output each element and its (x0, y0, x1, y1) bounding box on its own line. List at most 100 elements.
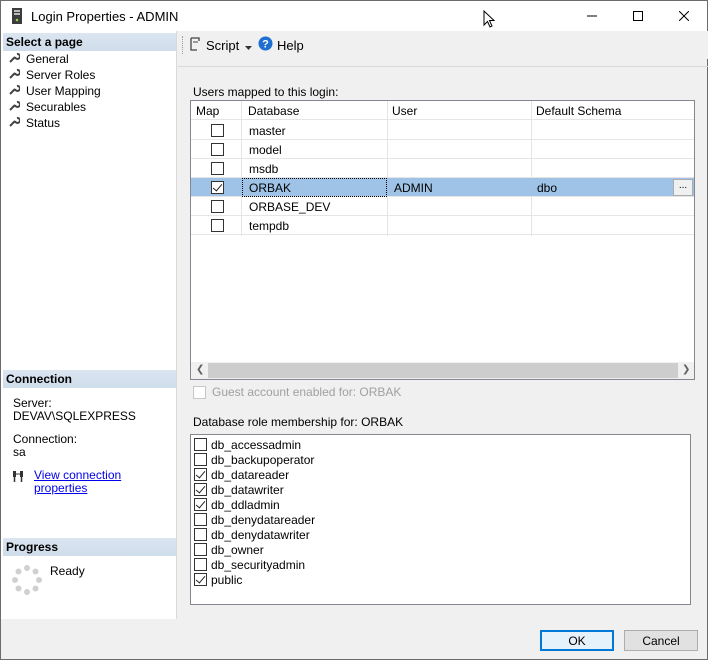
select-page-header: Select a page (3, 33, 176, 51)
role-label: public (211, 572, 243, 587)
role-checkbox[interactable] (194, 498, 207, 511)
page-status[interactable]: Status (8, 115, 60, 131)
left-pane: Select a page General Server Roles User … (1, 31, 177, 619)
list-item[interactable]: db_datawriter (194, 482, 284, 497)
role-label: db_datareader (211, 467, 290, 482)
help-icon: ? (258, 36, 273, 54)
script-dropdown-button[interactable] (245, 36, 252, 54)
role-label: db_backupoperator (211, 452, 315, 467)
user-cell[interactable]: ADMIN (394, 181, 433, 195)
user-mapping-grid[interactable]: Map Database User Default Schema master … (190, 100, 695, 380)
list-item[interactable]: public (194, 572, 242, 587)
database-cell: master (249, 124, 286, 138)
scroll-thumb[interactable] (208, 363, 678, 378)
close-button[interactable] (661, 1, 707, 31)
toolbar: Script ? Help (178, 31, 708, 59)
list-item[interactable]: db_denydatareader (194, 512, 315, 527)
page-user-mapping[interactable]: User Mapping (8, 83, 101, 99)
wrench-icon (8, 84, 21, 99)
role-checkbox[interactable] (194, 438, 207, 451)
view-connection-properties-link[interactable]: View connection properties (34, 469, 176, 495)
connection-properties-icon (12, 469, 26, 486)
list-item[interactable]: db_securityadmin (194, 557, 305, 572)
page-server-roles[interactable]: Server Roles (8, 67, 95, 83)
role-checkbox[interactable] (194, 483, 207, 496)
minimize-button[interactable] (569, 1, 615, 31)
maximize-button[interactable] (615, 1, 661, 31)
role-label: db_denydatawriter (211, 527, 310, 542)
connection-header: Connection (3, 370, 176, 388)
database-cell: model (249, 143, 282, 157)
progress-header: Progress (3, 538, 176, 556)
list-item[interactable]: db_ddladmin (194, 497, 280, 512)
database-cell: ORBAK (249, 181, 292, 195)
list-item[interactable]: db_backupoperator (194, 452, 314, 467)
map-checkbox[interactable] (211, 200, 224, 213)
server-app-icon (11, 8, 23, 24)
role-membership-list[interactable]: db_accessadmin db_backupoperator db_data… (190, 434, 691, 605)
help-button[interactable]: ? Help (258, 36, 304, 54)
role-label: db_ddladmin (211, 497, 280, 512)
table-row-selected[interactable]: ORBAK ADMIN dbo ... (191, 178, 694, 197)
horizontal-scrollbar[interactable]: ❮ ❯ (191, 362, 694, 379)
table-row[interactable]: model (191, 140, 694, 159)
role-checkbox[interactable] (194, 528, 207, 541)
page-status-label: Status (26, 116, 61, 130)
col-default-schema[interactable]: Default Schema (536, 104, 621, 118)
role-label: db_owner (211, 542, 264, 557)
toolbar-grip (182, 36, 184, 54)
progress-status: Ready (50, 564, 85, 578)
guest-account-option: Guest account enabled for: ORBAK (193, 385, 401, 399)
window-title: Login Properties - ADMIN (31, 9, 179, 24)
map-checkbox[interactable] (211, 181, 224, 194)
script-icon (188, 36, 202, 54)
page-securables-label: Securables (26, 100, 87, 114)
role-checkbox[interactable] (194, 453, 207, 466)
list-item[interactable]: db_owner (194, 542, 264, 557)
table-row[interactable]: ORBASE_DEV (191, 197, 694, 216)
page-general[interactable]: General (8, 51, 69, 67)
role-checkbox[interactable] (194, 468, 207, 481)
grid-header: Map Database User Default Schema (191, 101, 694, 120)
scroll-left-icon[interactable]: ❮ (196, 364, 204, 375)
role-membership-label: Database role membership for: ORBAK (193, 415, 404, 429)
wrench-icon (8, 52, 21, 67)
table-row[interactable]: tempdb (191, 216, 694, 235)
map-checkbox[interactable] (211, 124, 224, 137)
server-value: DEVAV\SQLEXPRESS (13, 409, 136, 423)
role-label: db_datawriter (211, 482, 284, 497)
database-cell: tempdb (249, 219, 290, 233)
list-item[interactable]: db_accessadmin (194, 437, 301, 452)
role-checkbox[interactable] (194, 558, 207, 571)
page-server-roles-label: Server Roles (26, 68, 96, 82)
role-checkbox[interactable] (194, 543, 207, 556)
svg-text:?: ? (262, 39, 269, 51)
users-mapped-label: Users mapped to this login: (193, 85, 339, 99)
database-cell: msdb (249, 162, 279, 176)
map-checkbox[interactable] (211, 162, 224, 175)
map-checkbox[interactable] (211, 143, 224, 156)
list-item[interactable]: db_datareader (194, 467, 289, 482)
role-checkbox[interactable] (194, 573, 207, 586)
table-row[interactable]: msdb (191, 159, 694, 178)
cancel-button[interactable]: Cancel (624, 630, 698, 651)
role-checkbox[interactable] (194, 513, 207, 526)
script-button[interactable]: Script (188, 36, 239, 54)
wrench-icon (8, 116, 21, 131)
role-label: db_denydatareader (211, 512, 316, 527)
page-securables[interactable]: Securables (8, 99, 86, 115)
scroll-right-icon[interactable]: ❯ (682, 364, 690, 375)
col-user[interactable]: User (392, 104, 417, 118)
page-user-mapping-label: User Mapping (26, 84, 101, 98)
col-map[interactable]: Map (196, 104, 219, 118)
database-cell: ORBASE_DEV (249, 200, 331, 214)
table-row[interactable]: master (191, 121, 694, 140)
schema-cell[interactable]: dbo (537, 181, 557, 195)
schema-browse-button[interactable]: ... (673, 179, 693, 196)
map-checkbox[interactable] (211, 219, 224, 232)
col-database[interactable]: Database (248, 104, 299, 118)
guest-account-checkbox (193, 385, 206, 399)
list-item[interactable]: db_denydatawriter (194, 527, 310, 542)
ok-button[interactable]: OK (540, 630, 614, 651)
chevron-down-icon (245, 38, 252, 53)
